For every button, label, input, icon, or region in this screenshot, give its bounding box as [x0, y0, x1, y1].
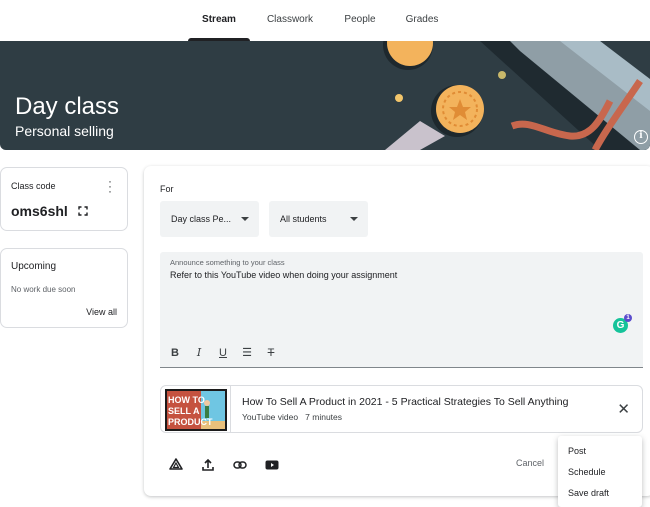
class-subtitle: Personal selling — [15, 123, 114, 139]
underline-icon[interactable]: U — [214, 345, 232, 361]
tab-people[interactable]: People — [338, 0, 382, 41]
remove-attachment-icon[interactable]: ✕ — [617, 400, 630, 418]
menu-item-save-draft[interactable]: Save draft — [568, 488, 609, 498]
class-code-label: Class code — [11, 181, 56, 191]
view-all-link[interactable]: View all — [86, 307, 117, 317]
upload-icon[interactable] — [200, 457, 216, 473]
grammarly-icon[interactable]: G1 — [613, 314, 632, 333]
tab-grades[interactable]: Grades — [400, 0, 444, 41]
dropdown-arrow-icon — [350, 217, 358, 221]
thumb-line-1: HOW TO — [168, 395, 205, 405]
bold-icon[interactable]: B — [166, 345, 184, 361]
attachment-meta: YouTube video 7 minutes — [242, 412, 343, 422]
more-vert-icon[interactable]: · · · — [107, 175, 113, 197]
video-thumbnail: HOW TO SELL A PRODUCT — [165, 389, 227, 431]
upcoming-card: Upcoming No work due soon View all — [0, 248, 128, 328]
class-banner: Day class Personal selling i — [0, 41, 650, 150]
grammarly-badge: 1 — [624, 314, 632, 322]
link-icon[interactable] — [232, 457, 248, 473]
class-code-card: Class code · · · oms6shl — [0, 167, 128, 231]
attachment-title[interactable]: How To Sell A Product in 2021 - 5 Practi… — [242, 396, 568, 408]
class-title: Day class — [15, 93, 120, 120]
upcoming-label: Upcoming — [11, 261, 57, 272]
upcoming-empty-text: No work due soon — [11, 285, 76, 294]
thumb-line-3: PRODUCT — [168, 417, 213, 427]
attachment-divider — [230, 386, 231, 432]
dropdown-arrow-icon — [241, 217, 249, 221]
menu-item-schedule[interactable]: Schedule — [568, 467, 606, 477]
announcement-input[interactable]: Announce something to your class Refer t… — [160, 252, 643, 368]
cancel-button[interactable]: Cancel — [516, 458, 544, 468]
format-toolbar: B I U ☰ T — [166, 345, 280, 361]
thumb-line-2: SELL A — [168, 406, 200, 416]
audience-select-value: All students — [280, 214, 327, 224]
audience-select[interactable]: All students — [269, 201, 368, 237]
attach-toolbar — [168, 457, 280, 473]
class-select-value: Day class Pe... — [171, 214, 232, 224]
google-drive-icon[interactable] — [168, 457, 184, 473]
post-options-menu: Post Schedule Save draft — [558, 436, 642, 507]
tab-stream[interactable]: Stream — [188, 0, 250, 41]
fullscreen-icon[interactable] — [78, 206, 88, 216]
italic-icon[interactable]: I — [190, 345, 208, 361]
youtube-icon[interactable] — [264, 457, 280, 473]
tab-classwork[interactable]: Classwork — [262, 0, 318, 41]
menu-item-post[interactable]: Post — [568, 446, 586, 456]
attachment-card[interactable]: HOW TO SELL A PRODUCT How To Sell A Prod… — [160, 385, 643, 433]
announcement-text[interactable]: Refer to this YouTube video when doing y… — [170, 270, 397, 280]
class-code-value: oms6shl — [11, 203, 68, 219]
class-select[interactable]: Day class Pe... — [160, 201, 259, 237]
top-nav: Stream Classwork People Grades — [0, 0, 650, 41]
for-label: For — [160, 184, 174, 194]
thumbnail-art: HOW TO SELL A PRODUCT — [165, 389, 227, 431]
announcement-placeholder: Announce something to your class — [170, 258, 285, 267]
clear-format-icon[interactable]: T — [262, 345, 280, 361]
bulleted-list-icon[interactable]: ☰ — [238, 345, 256, 361]
info-icon[interactable]: i — [634, 130, 648, 144]
